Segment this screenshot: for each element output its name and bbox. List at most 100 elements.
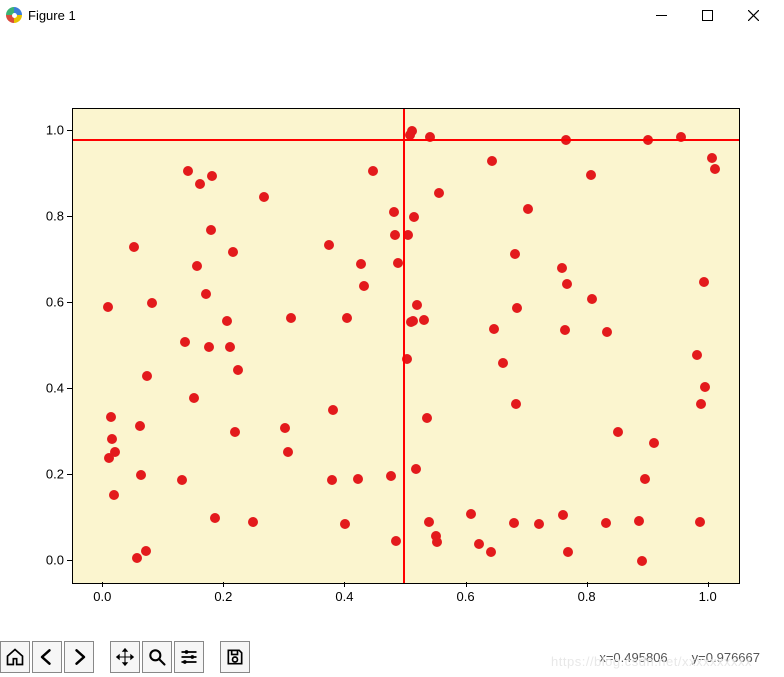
scatter-point	[228, 247, 238, 257]
minimize-button[interactable]	[638, 0, 684, 30]
scatter-point	[509, 518, 519, 528]
scatter-point	[386, 471, 396, 481]
ytick-mark	[67, 474, 72, 475]
scatter-point	[434, 188, 444, 198]
scatter-point	[407, 126, 417, 136]
save-button[interactable]	[220, 641, 250, 673]
scatter-point	[649, 438, 659, 448]
cursor-y: y=0.976667	[692, 650, 760, 665]
arrow-right-icon	[69, 647, 89, 667]
scatter-point	[489, 324, 499, 334]
ytick-mark	[67, 130, 72, 131]
scatter-point	[136, 470, 146, 480]
home-icon	[5, 647, 25, 667]
cursor-x: x=0.495806	[599, 650, 667, 665]
xtick-mark	[102, 582, 103, 587]
ytick-label: 1.0	[46, 122, 64, 137]
maximize-button[interactable]	[684, 0, 730, 30]
axes[interactable]	[72, 108, 740, 584]
scatter-point	[419, 315, 429, 325]
scatter-point	[613, 427, 623, 437]
scatter-point	[210, 513, 220, 523]
xtick-mark	[223, 582, 224, 587]
scatter-point	[107, 434, 117, 444]
save-icon	[225, 647, 245, 667]
scatter-point	[195, 179, 205, 189]
scatter-point	[147, 298, 157, 308]
maximize-icon	[702, 10, 713, 21]
scatter-point	[180, 337, 190, 347]
scatter-point	[466, 509, 476, 519]
scatter-point	[177, 475, 187, 485]
ytick-mark	[67, 216, 72, 217]
xtick-label: 0.4	[335, 589, 353, 604]
scatter-point	[557, 263, 567, 273]
scatter-point	[424, 517, 434, 527]
scatter-point	[403, 230, 413, 240]
scatter-point	[586, 170, 596, 180]
xtick-mark	[708, 582, 709, 587]
scatter-point	[353, 474, 363, 484]
ytick-label: 0.6	[46, 294, 64, 309]
scatter-point	[587, 294, 597, 304]
scatter-point	[106, 412, 116, 422]
xtick-mark	[587, 582, 588, 587]
ytick-mark	[67, 302, 72, 303]
ytick-label: 0.2	[46, 467, 64, 482]
scatter-point	[342, 313, 352, 323]
close-icon	[748, 10, 759, 21]
scatter-point	[487, 156, 497, 166]
scatter-point	[412, 300, 422, 310]
ytick-mark	[67, 388, 72, 389]
subplots-button[interactable]	[174, 641, 204, 673]
ytick-label: 0.8	[46, 208, 64, 223]
close-button[interactable]	[730, 0, 776, 30]
scatter-point	[601, 518, 611, 528]
figure-canvas[interactable]: 0.00.20.40.60.81.00.00.20.40.60.81.0	[0, 30, 784, 637]
scatter-point	[562, 279, 572, 289]
scatter-point	[103, 302, 113, 312]
xtick-label: 1.0	[699, 589, 717, 604]
scatter-point	[324, 240, 334, 250]
scatter-point	[432, 537, 442, 547]
scatter-point	[511, 399, 521, 409]
scatter-point	[390, 230, 400, 240]
matplotlib-icon	[6, 7, 22, 23]
scatter-point	[393, 258, 403, 268]
forward-button[interactable]	[64, 641, 94, 673]
xtick-mark	[466, 582, 467, 587]
zoom-button[interactable]	[142, 641, 172, 673]
scatter-point	[225, 342, 235, 352]
scatter-point	[368, 166, 378, 176]
scatter-point	[359, 281, 369, 291]
cursor-readout: x=0.495806 y=0.976667	[599, 650, 760, 665]
scatter-point	[699, 277, 709, 287]
scatter-point	[637, 556, 647, 566]
back-button[interactable]	[32, 641, 62, 673]
scatter-point	[411, 464, 421, 474]
scatter-point	[280, 423, 290, 433]
window-title: Figure 1	[28, 8, 76, 23]
scatter-point	[230, 427, 240, 437]
scatter-point	[283, 447, 293, 457]
crosshair-horizontal	[73, 139, 739, 141]
scatter-point	[340, 519, 350, 529]
scatter-point	[640, 474, 650, 484]
scatter-point	[356, 259, 366, 269]
crosshair-vertical	[403, 109, 405, 583]
scatter-point	[135, 421, 145, 431]
home-button[interactable]	[0, 641, 30, 673]
scatter-point	[259, 192, 269, 202]
scatter-point	[707, 153, 717, 163]
xtick-label: 0.8	[578, 589, 596, 604]
scatter-point	[183, 166, 193, 176]
scatter-point	[534, 519, 544, 529]
titlebar: Figure 1	[0, 0, 784, 30]
minimize-icon	[656, 10, 667, 21]
scatter-point	[498, 358, 508, 368]
xtick-label: 0.0	[93, 589, 111, 604]
scatter-point	[204, 342, 214, 352]
pan-button[interactable]	[110, 641, 140, 673]
scatter-point	[327, 475, 337, 485]
scatter-point	[560, 325, 570, 335]
